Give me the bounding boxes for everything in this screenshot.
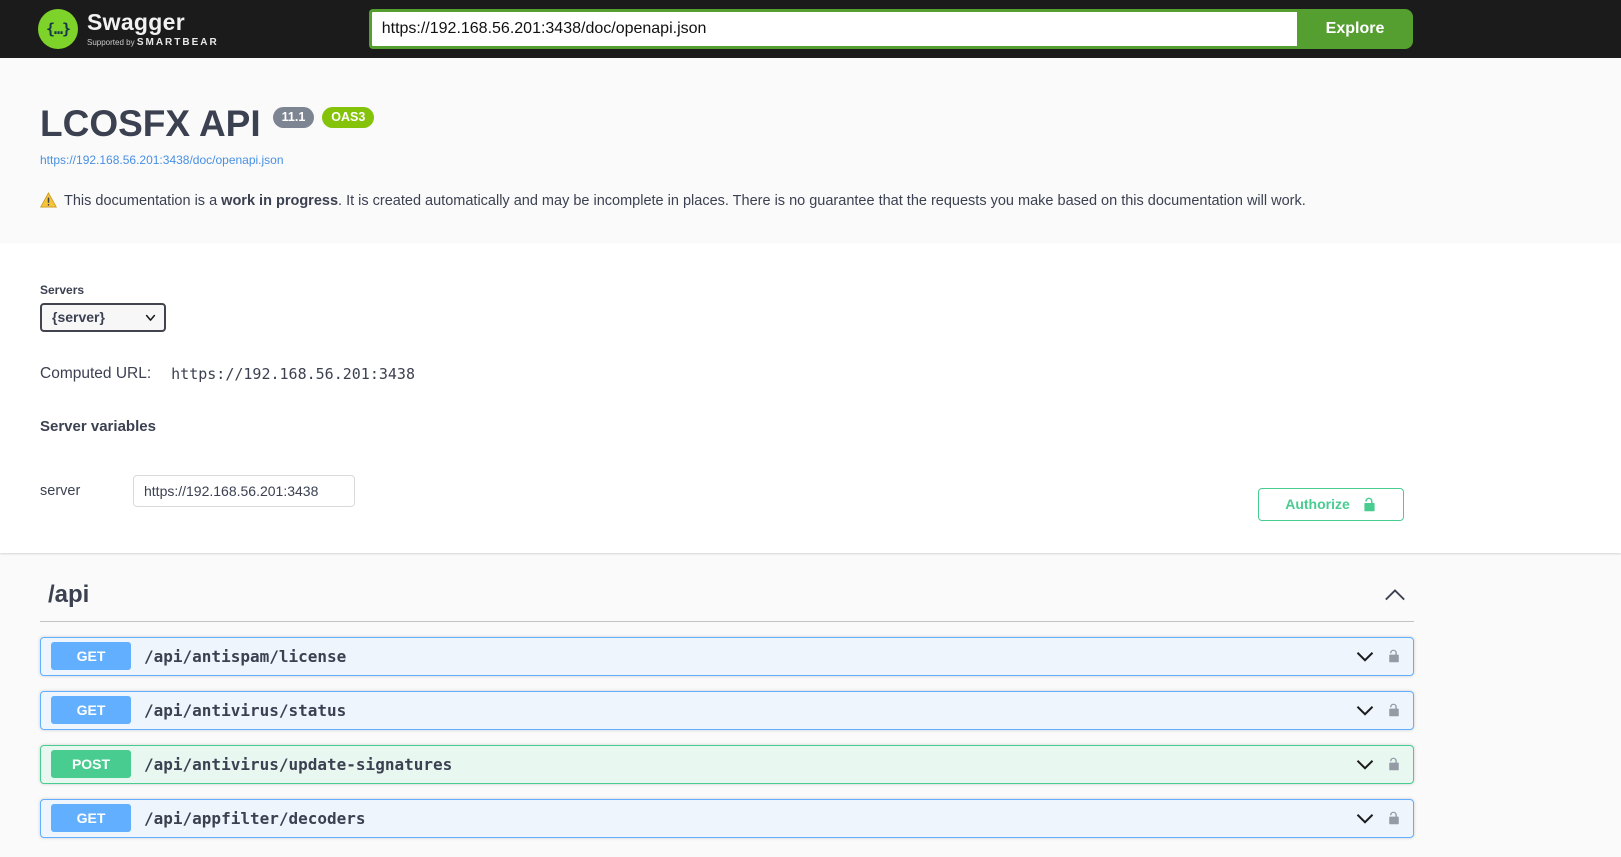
server-variable-name: server: [40, 482, 81, 499]
server-variables-heading: Server variables: [40, 417, 156, 435]
expand-chevron-down-icon[interactable]: [1356, 813, 1374, 824]
authorize-button[interactable]: Authorize: [1258, 487, 1404, 521]
computed-url-value: https://192.168.56.201:3438: [171, 364, 415, 383]
collapse-chevron-up-icon[interactable]: [1384, 588, 1406, 602]
opblock-post-update-signatures[interactable]: POST /api/antivirus/update-signatures: [40, 744, 1414, 784]
oas3-badge: OAS3: [322, 107, 375, 128]
computed-url-label: Computed URL:: [40, 364, 152, 382]
swagger-wordmark: Swagger: [87, 9, 185, 36]
unlock-icon: [1364, 497, 1375, 512]
operation-path: /api/antivirus/status: [144, 700, 347, 720]
version-badge: 11.1: [272, 107, 315, 128]
warning-icon: [40, 191, 57, 208]
explore-button[interactable]: Explore: [1297, 9, 1413, 49]
description-bold: work in progress: [221, 192, 339, 209]
opblock-get-appfilter-decoders[interactable]: GET /api/appfilter/decoders: [40, 798, 1414, 838]
server-select[interactable]: {server}: [40, 302, 166, 332]
operation-path: /api/antivirus/update-signatures: [144, 754, 453, 774]
api-tag-header[interactable]: /api: [40, 567, 1414, 622]
tagline-prefix: Supported by: [87, 37, 135, 47]
expand-chevron-down-icon[interactable]: [1356, 651, 1374, 662]
expand-chevron-down-icon[interactable]: [1356, 759, 1374, 770]
info-section: LCOSFX API 11.1 OAS3 https://192.168.56.…: [0, 58, 1621, 243]
api-description: This documentation is a work in progress…: [40, 191, 1414, 209]
api-tag-section: /api GET /api/antispam/license GET /api/…: [0, 553, 1621, 838]
topbar: {…} Swagger Supported by SMARTBEAR Explo…: [0, 0, 1621, 58]
scheme-container: Servers {server} Computed URL: https://1…: [0, 242, 1621, 553]
method-badge: GET: [51, 642, 131, 671]
authorize-label: Authorize: [1285, 496, 1350, 513]
spec-link[interactable]: https://192.168.56.201:3438/doc/openapi.…: [40, 153, 284, 167]
method-badge: GET: [51, 804, 131, 833]
operation-path: /api/antispam/license: [144, 646, 347, 666]
auth-lock-icon[interactable]: [1387, 703, 1401, 717]
auth-lock-icon[interactable]: [1387, 757, 1401, 771]
swagger-logo[interactable]: {…} Swagger Supported by SMARTBEAR: [38, 9, 219, 49]
servers-label: Servers: [40, 282, 85, 297]
method-badge: GET: [51, 696, 131, 725]
auth-lock-icon[interactable]: [1387, 811, 1401, 825]
api-tag-title: /api: [48, 580, 90, 608]
method-badge: POST: [51, 750, 131, 779]
auth-lock-icon[interactable]: [1387, 649, 1401, 663]
description-text: This documentation is a work in progress…: [64, 193, 1306, 209]
opblock-get-antispam-license[interactable]: GET /api/antispam/license: [40, 636, 1414, 676]
api-title: LCOSFX API: [40, 103, 261, 144]
operation-path: /api/appfilter/decoders: [144, 808, 366, 828]
smartbear-tagline: Supported by SMARTBEAR: [87, 37, 219, 48]
expand-chevron-down-icon[interactable]: [1356, 705, 1374, 716]
swagger-logo-icon: {…}: [38, 9, 78, 49]
description-suffix: . It is created automatically and may be…: [338, 192, 1306, 209]
tagline-brand: SMARTBEAR: [136, 36, 219, 48]
server-variable-input[interactable]: [133, 474, 355, 507]
description-prefix: This documentation is a: [64, 192, 222, 209]
opblock-get-antivirus-status[interactable]: GET /api/antivirus/status: [40, 690, 1414, 730]
spec-url-input[interactable]: [368, 9, 1297, 49]
spec-url-bar: Explore: [368, 9, 1413, 49]
